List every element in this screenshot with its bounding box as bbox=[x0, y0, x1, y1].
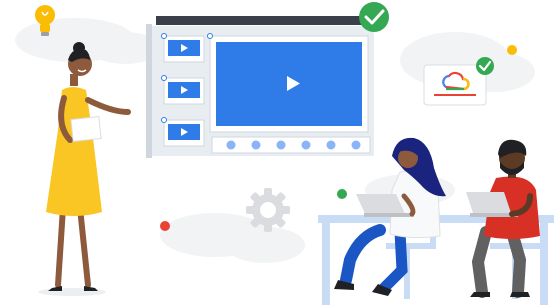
papers bbox=[70, 116, 102, 142]
red-dot bbox=[160, 221, 170, 231]
illustration-canvas bbox=[0, 0, 556, 305]
green-dot bbox=[337, 189, 347, 199]
video-thumbnail bbox=[161, 117, 205, 147]
gear-icon bbox=[246, 188, 290, 232]
player-controls bbox=[211, 136, 371, 154]
yellow-dot bbox=[507, 45, 517, 55]
video-presentation-window bbox=[146, 2, 389, 158]
window-top-bar bbox=[156, 16, 372, 25]
checkmark-icon bbox=[476, 57, 494, 75]
main-video-player bbox=[207, 33, 369, 133]
presenter-figure bbox=[38, 42, 131, 296]
online-learning-illustration bbox=[15, 2, 554, 305]
video-thumbnail bbox=[161, 33, 205, 63]
video-thumbnail bbox=[161, 75, 205, 105]
checkmark-icon bbox=[359, 2, 389, 32]
